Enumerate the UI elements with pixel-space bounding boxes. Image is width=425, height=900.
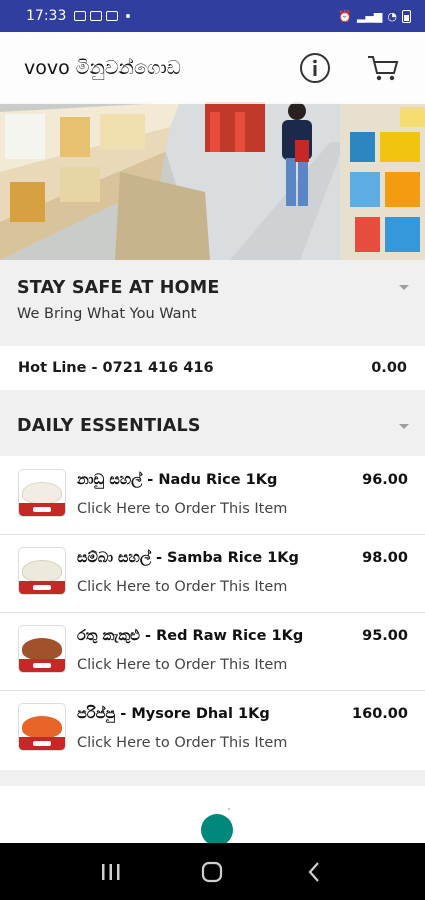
section-title: DAILY ESSENTIALS <box>17 416 201 436</box>
section-title: STAY SAFE AT HOME <box>17 278 220 298</box>
list-item[interactable]: රතු කැකුළු - Red Raw Rice 1Kg 95.00 Clic… <box>0 615 425 691</box>
home-icon <box>202 861 223 882</box>
section-subtitle: We Bring What You Want <box>17 306 197 322</box>
home-button[interactable] <box>197 857 227 887</box>
hotline-row[interactable]: Hot Line - 0721 416 416 0.00 <box>0 346 425 390</box>
status-time: 17:33 <box>26 8 67 24</box>
app-bar: vovo මිනුවන්ගොඩ <box>0 32 425 104</box>
system-nav-bar <box>0 843 425 900</box>
floating-action-button[interactable] <box>201 814 233 846</box>
scroll-indicator <box>228 808 230 810</box>
back-button[interactable] <box>299 857 329 887</box>
samba-rice-image <box>18 547 66 595</box>
order-link[interactable]: Click Here to Order This Item <box>77 735 287 751</box>
recents-button[interactable] <box>96 857 126 887</box>
status-bar: 17:33 ⏰ ▂▄▆ ◔ <box>0 0 425 32</box>
item-price: 98.00 <box>362 550 408 566</box>
item-price: 160.00 <box>352 706 408 722</box>
cart-button[interactable] <box>365 50 401 86</box>
wifi-icon: ◔ <box>387 9 397 23</box>
mail-icon <box>106 11 119 21</box>
battery-icon <box>402 9 411 23</box>
red-raw-rice-image <box>18 625 66 673</box>
alarm-icon: ⏰ <box>338 9 352 23</box>
item-price: 96.00 <box>362 472 408 488</box>
divider-gap <box>0 390 425 398</box>
recents-icon <box>101 863 120 880</box>
item-name: සම්බා සහල් - Samba Rice 1Kg <box>77 550 299 566</box>
expand-caret-icon[interactable] <box>399 285 409 290</box>
youtube-icon <box>90 11 103 21</box>
item-name: නාඩු සහල් - Nadu Rice 1Kg <box>77 472 278 488</box>
signal-icon: ▂▄▆ <box>357 9 383 23</box>
expand-caret-icon[interactable] <box>399 424 409 429</box>
order-link[interactable]: Click Here to Order This Item <box>77 657 287 673</box>
order-link[interactable]: Click Here to Order This Item <box>77 579 287 595</box>
cart-icon <box>368 56 399 81</box>
app-title: vovo මිනුවන්ගොඩ <box>24 57 181 79</box>
nadu-rice-image <box>18 469 66 517</box>
order-link[interactable]: Click Here to Order This Item <box>77 501 287 517</box>
notification-icons <box>74 11 131 21</box>
info-button[interactable] <box>297 50 333 86</box>
item-price: 95.00 <box>362 628 408 644</box>
mysore-dhal-image <box>18 703 66 751</box>
stay-safe-header[interactable]: STAY SAFE AT HOME We Bring What You Want <box>0 260 425 346</box>
list-item[interactable]: සම්බා සහල් - Samba Rice 1Kg 98.00 Click … <box>0 537 425 613</box>
system-icons: ⏰ ▂▄▆ ◔ <box>338 9 411 23</box>
more-notifications-icon <box>126 14 131 18</box>
list-item[interactable]: පරිප්පු - Mysore Dhal 1Kg 160.00 Click H… <box>0 693 425 769</box>
hotline-label: Hot Line - 0721 416 416 <box>18 360 214 376</box>
gallery-icon <box>74 11 87 21</box>
info-icon <box>300 53 330 83</box>
daily-essentials-header[interactable]: DAILY ESSENTIALS <box>0 398 425 456</box>
hotline-price: 0.00 <box>371 360 407 376</box>
item-name: රතු කැකුළු - Red Raw Rice 1Kg <box>77 628 304 644</box>
list-item[interactable]: නාඩු සහල් - Nadu Rice 1Kg 96.00 Click He… <box>0 459 425 535</box>
item-name: පරිප්පු - Mysore Dhal 1Kg <box>77 706 270 722</box>
back-icon <box>308 861 319 882</box>
divider-gap <box>0 770 425 786</box>
